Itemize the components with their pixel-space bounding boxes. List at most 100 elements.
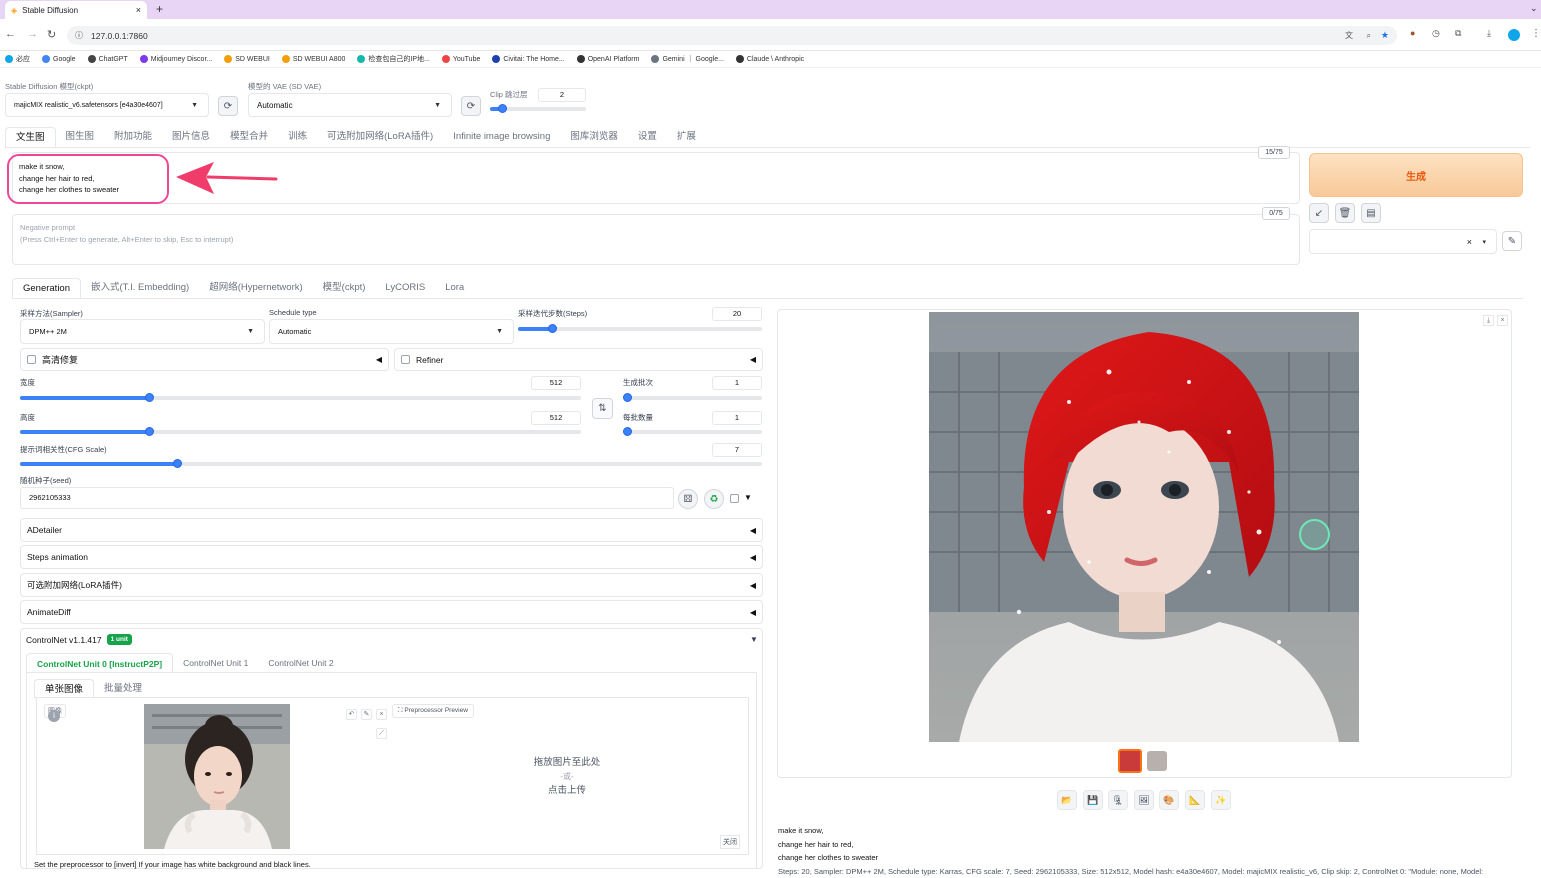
bookmark-item[interactable]: 必应: [5, 54, 30, 64]
main-tab-8[interactable]: 图库浏览器: [560, 127, 628, 147]
extra-seed-checkbox[interactable]: [730, 494, 739, 503]
send-to-extras-icon[interactable]: 📐: [1185, 790, 1205, 810]
download-icon[interactable]: ⤓: [1487, 28, 1491, 39]
accordion-2[interactable]: 可选附加网络(LoRA插件) ◀: [20, 573, 763, 597]
bookmark-item[interactable]: SD WEBUI: [224, 55, 270, 63]
paste-params-button[interactable]: ↙: [1309, 203, 1329, 223]
save-icon[interactable]: 💾: [1083, 790, 1103, 810]
sub-tab-0[interactable]: Generation: [12, 278, 82, 298]
gallery-thumbnail-2[interactable]: [1147, 751, 1167, 771]
steps-knob[interactable]: [548, 324, 557, 333]
extra-seed-toggle-icon[interactable]: ▼: [744, 493, 752, 502]
close-output-icon[interactable]: ×: [1497, 315, 1508, 326]
clip-skip-slider[interactable]: [490, 104, 586, 113]
zip-icon[interactable]: 🗜: [1108, 790, 1128, 810]
address-bar[interactable]: ⓘ 127.0.0.1:7860 文 ⌕ ★: [67, 26, 1397, 45]
controlnet-input-image[interactable]: [144, 704, 290, 849]
refiner-accordion[interactable]: Refiner ◀: [394, 348, 763, 371]
controlnet-unit-tab-1[interactable]: ControlNet Unit 1: [173, 653, 258, 672]
generate-button[interactable]: 生成: [1309, 153, 1523, 197]
open-folder-icon[interactable]: 📂: [1057, 790, 1077, 810]
schedule-select[interactable]: Automatic ▼: [269, 319, 514, 344]
bookmark-item[interactable]: Civitai: The Home...: [492, 55, 565, 63]
menu-icon[interactable]: ⋮: [1531, 28, 1541, 39]
profile-avatar[interactable]: [1508, 29, 1520, 41]
swap-dimensions-button[interactable]: ⇅: [592, 398, 613, 419]
accordion-3[interactable]: AnimateDiff ◀: [20, 600, 763, 624]
download-output-icon[interactable]: ⤓: [1483, 315, 1494, 326]
main-tab-9[interactable]: 设置: [628, 127, 667, 147]
forward-icon[interactable]: →: [27, 28, 38, 40]
controlnet-mode-tab-0[interactable]: 单张图像: [34, 679, 95, 697]
cfg-knob[interactable]: [173, 459, 182, 468]
clear-icon[interactable]: ×: [1467, 237, 1472, 247]
main-tab-5[interactable]: 训练: [278, 127, 317, 147]
batch-size-input[interactable]: 1: [712, 411, 762, 425]
upload-dropzone[interactable]: 拖放图片至此处 -或- 点击上传: [392, 722, 742, 850]
generated-image[interactable]: [929, 312, 1359, 742]
model-select[interactable]: majicMIX realistic_v6.safetensors [e4a30…: [5, 93, 209, 117]
bookmark-item[interactable]: ChatGPT: [87, 55, 128, 63]
gallery-thumbnail-1[interactable]: [1118, 749, 1142, 773]
sub-tab-4[interactable]: LyCORIS: [375, 278, 435, 298]
close-preview-button[interactable]: 关闭: [720, 835, 740, 849]
reuse-seed-recycle-icon[interactable]: ♻: [704, 489, 724, 509]
main-tab-3[interactable]: 图片信息: [162, 127, 220, 147]
trash-icon[interactable]: 🗑: [1335, 203, 1355, 223]
steps-slider[interactable]: [518, 324, 762, 333]
bookmark-item[interactable]: YouTube: [441, 55, 480, 63]
bookmark-item[interactable]: Midjourney Discor...: [139, 55, 212, 63]
sub-tab-3[interactable]: 模型(ckpt): [313, 278, 376, 298]
controlnet-mode-tab-1[interactable]: 批量处理: [94, 679, 152, 697]
sampler-select[interactable]: DPM++ 2M ▼: [20, 319, 265, 344]
brush-icon[interactable]: ⟋: [376, 728, 387, 739]
bookmark-item[interactable]: 检查包自己的IP地...: [357, 54, 430, 64]
main-tab-10[interactable]: 扩展: [667, 127, 706, 147]
bookmark-item[interactable]: SD WEBUI A800: [281, 55, 345, 63]
batch-size-slider[interactable]: [623, 427, 762, 436]
refiner-checkbox[interactable]: [401, 355, 410, 364]
send-to-inpaint-icon[interactable]: 🎨: [1159, 790, 1179, 810]
site-info-icon[interactable]: ⓘ: [75, 30, 83, 41]
main-tab-0[interactable]: 文生图: [5, 127, 56, 147]
refresh-vae-button[interactable]: ⟳: [461, 96, 481, 116]
main-tab-7[interactable]: Infinite image browsing: [443, 127, 560, 147]
sub-tab-2[interactable]: 超网络(Hypernetwork): [199, 278, 312, 298]
extension-icon[interactable]: ●: [1410, 28, 1415, 38]
sub-tab-5[interactable]: Lora: [435, 278, 474, 298]
batch-size-knob[interactable]: [623, 427, 632, 436]
seed-input[interactable]: 2962105333: [20, 487, 674, 509]
bookmark-star-icon[interactable]: ★: [1381, 30, 1389, 41]
main-tab-4[interactable]: 模型合并: [220, 127, 278, 147]
extensions-puzzle-icon[interactable]: ⧉: [1455, 28, 1461, 39]
controlnet-unit-tab-0[interactable]: ControlNet Unit 0 [InstructP2P]: [26, 653, 174, 672]
controlnet-header[interactable]: ControlNet v1.1.417 1 unit: [26, 634, 132, 645]
hires-fix-checkbox[interactable]: [27, 355, 36, 364]
batch-count-slider[interactable]: [623, 393, 762, 402]
hires-fix-accordion[interactable]: 高清修复 ◀: [20, 348, 389, 371]
styles-icon[interactable]: ▤: [1361, 203, 1381, 223]
main-tab-6[interactable]: 可选附加网络(LoRA插件): [317, 127, 443, 147]
width-slider[interactable]: [20, 393, 581, 402]
width-input[interactable]: 512: [531, 376, 581, 390]
batch-count-knob[interactable]: [623, 393, 632, 402]
accordion-0[interactable]: ADetailer ◀: [20, 518, 763, 542]
cfg-input[interactable]: 7: [712, 443, 762, 457]
refresh-model-button[interactable]: ⟳: [218, 96, 238, 116]
tab-search-icon[interactable]: ⌄: [1530, 3, 1538, 14]
zoom-icon[interactable]: ⌕: [1367, 31, 1371, 41]
preprocessor-preview-button[interactable]: ⛶ Preprocessor Preview: [392, 704, 474, 718]
bookmark-item[interactable]: OpenAI Platform: [576, 55, 639, 63]
back-icon[interactable]: ←: [5, 28, 16, 40]
send-to-img2img-icon[interactable]: 🖼: [1134, 790, 1154, 810]
controlnet-unit-tab-2[interactable]: ControlNet Unit 2: [258, 653, 343, 672]
main-tab-2[interactable]: 附加功能: [104, 127, 162, 147]
steps-input[interactable]: 20: [712, 307, 762, 321]
bookmark-item[interactable]: Claude \ Anthropic: [735, 55, 804, 63]
cfg-slider[interactable]: [20, 459, 762, 468]
translate-icon[interactable]: 文: [1345, 30, 1353, 41]
edit-icon[interactable]: ✎: [361, 709, 372, 720]
sub-tab-1[interactable]: 嵌入式(T.I. Embedding): [81, 278, 199, 298]
close-tab-icon[interactable]: ×: [136, 5, 141, 15]
height-input[interactable]: 512: [531, 411, 581, 425]
